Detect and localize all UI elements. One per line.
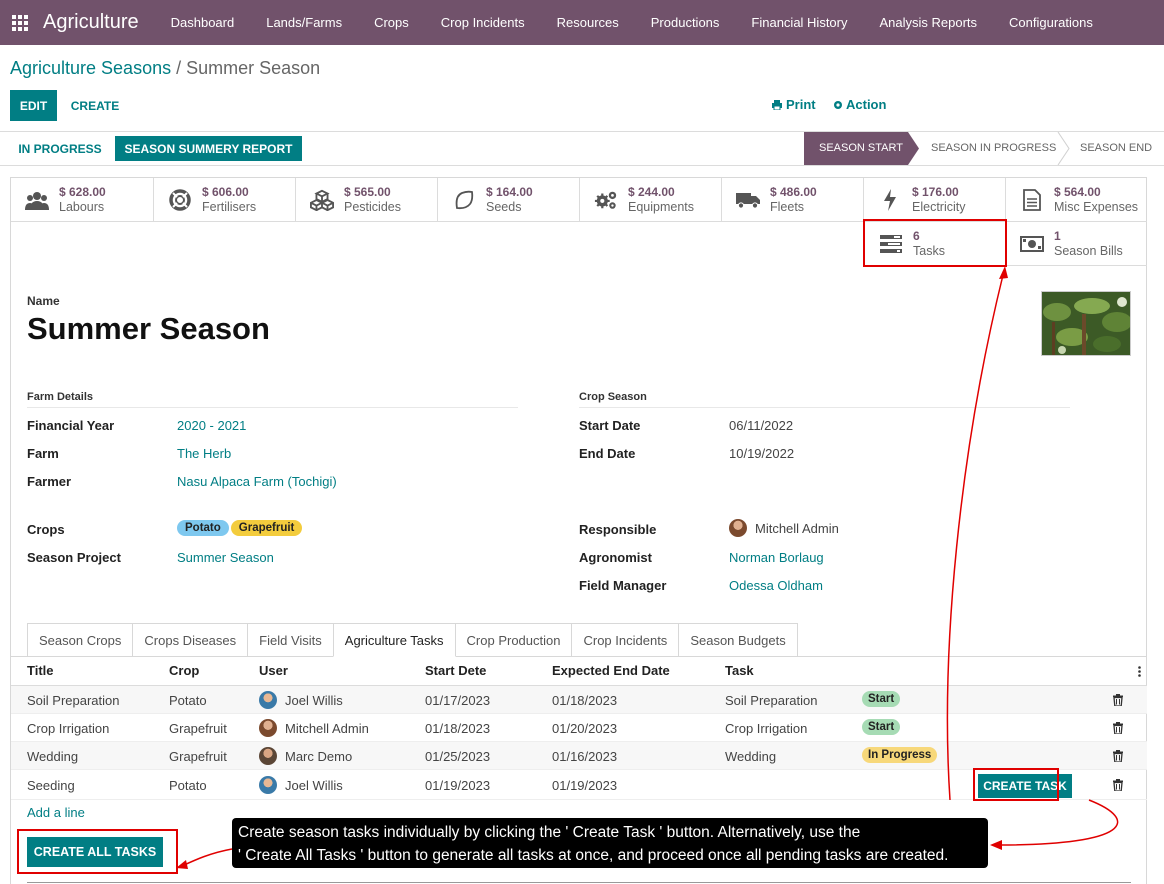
callout-line-1: Create season tasks individually by clic… (238, 824, 861, 841)
annotation-arrows (176, 266, 1119, 869)
tab-agriculture-tasks[interactable]: Agriculture Tasks (332, 623, 456, 657)
divider (27, 882, 1131, 883)
instruction-callout: Create season tasks individually by clic… (232, 818, 988, 868)
callout-line-2: ' Create All Tasks ' button to generate … (238, 847, 949, 864)
